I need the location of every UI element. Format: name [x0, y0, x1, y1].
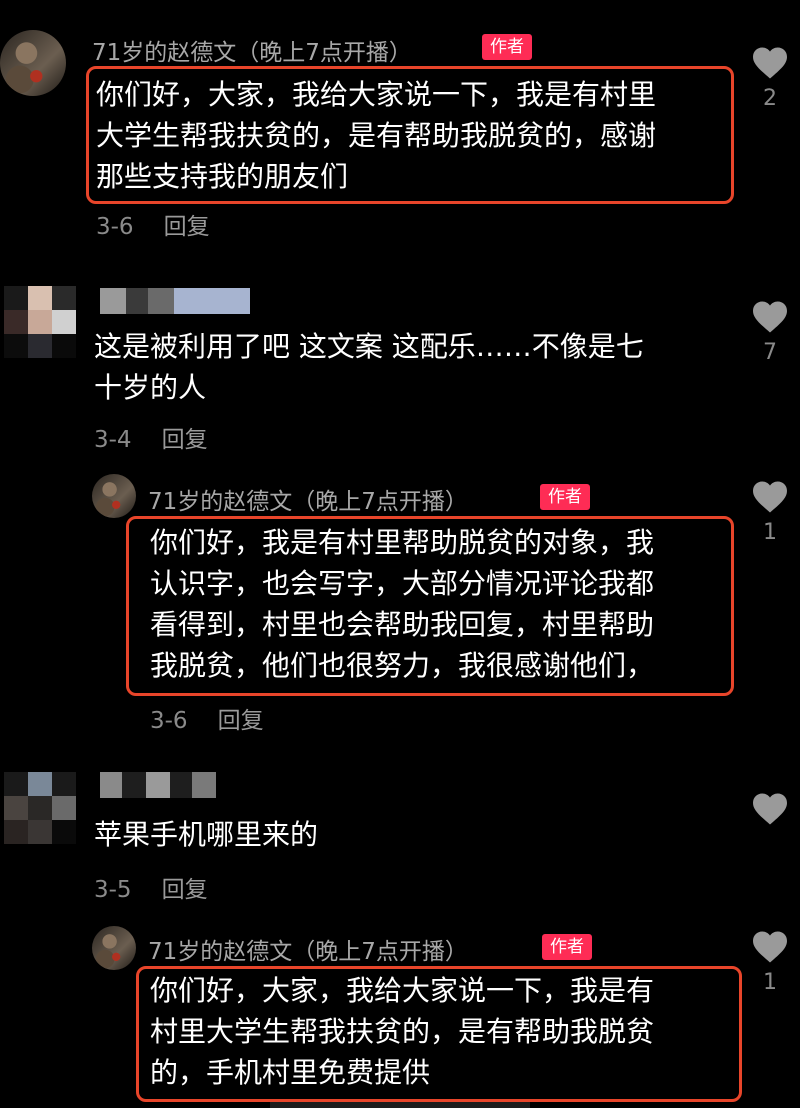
comment-line: 那些支持我的朋友们: [96, 160, 349, 193]
comment-meta: 3-4 回复: [94, 420, 208, 454]
comment-line: 你们好，我是有村里帮助脱贫的对象，我: [150, 526, 655, 559]
comment-line: 这是被利用了吧 这文案 这配乐……不像是七: [94, 330, 644, 363]
comment-meta: 3-5 回复: [94, 870, 208, 904]
comment-line: 看得到，村里也会帮助我回复，村里帮助: [150, 608, 655, 641]
comment-date: 3-6: [150, 708, 188, 734]
like-count: 1: [763, 520, 777, 545]
comment-text: 这是被利用了吧 这文案 这配乐……不像是七 十岁的人: [94, 326, 644, 408]
comment-text: 你们好，大家，我给大家说一下，我是有 村里大学生帮我扶贫的，是有帮助我脱贫 的，…: [150, 970, 654, 1093]
comment-line: 大学生帮我扶贫的，是有帮助我脱贫的，感谢: [96, 119, 657, 152]
comment-line: 村里大学生帮我扶贫的，是有帮助我脱贫: [150, 1015, 655, 1048]
author-badge: 作者: [540, 484, 590, 510]
like-count: 1: [763, 970, 777, 995]
comment-line: 我脱贫，他们也很努力，我很感谢他们，: [150, 649, 655, 682]
username[interactable]: 71岁的赵德文（晚上7点开播）: [148, 932, 468, 966]
comment-date: 3-4: [94, 427, 132, 453]
heart-icon: [753, 931, 787, 963]
comment-date: 3-5: [94, 877, 132, 903]
comment-line: 认识字，也会写字，大部分情况评论我都: [150, 567, 655, 600]
like-button[interactable]: [750, 792, 790, 832]
avatar-photo: [92, 926, 136, 970]
like-button[interactable]: 1: [750, 480, 790, 545]
comment-line: 你们好，大家，我给大家说一下，我是有: [150, 974, 655, 1007]
avatar[interactable]: [4, 286, 76, 358]
username[interactable]: [100, 288, 250, 314]
like-button[interactable]: 2: [750, 46, 790, 111]
heart-icon: [753, 47, 787, 79]
username[interactable]: 71岁的赵德文（晚上7点开播）: [148, 482, 468, 516]
avatar[interactable]: [92, 926, 136, 970]
comment-line: 苹果手机哪里来的: [94, 818, 319, 851]
username[interactable]: 71岁的赵德文（晚上7点开播）: [92, 33, 412, 67]
like-count: 2: [763, 86, 777, 111]
comment-text: 苹果手机哪里来的: [94, 814, 318, 855]
comment-text: 你们好，大家，我给大家说一下，我是有村里 大学生帮我扶贫的，是有帮助我脱贫的，感…: [96, 74, 656, 197]
avatar-photo: [92, 474, 136, 518]
username[interactable]: [100, 772, 216, 798]
reply-button[interactable]: 回复: [164, 214, 210, 240]
reply-button[interactable]: 回复: [218, 708, 264, 734]
avatar-photo: [0, 30, 66, 96]
heart-icon: [753, 481, 787, 513]
author-badge: 作者: [542, 934, 592, 960]
comment-text: 你们好，我是有村里帮助脱贫的对象，我 认识字，也会写字，大部分情况评论我都 看得…: [150, 522, 654, 686]
like-count: 7: [763, 340, 777, 365]
reply-button[interactable]: 回复: [162, 427, 208, 453]
comment-date: 3-6: [96, 214, 134, 240]
heart-icon: [753, 793, 787, 825]
like-button[interactable]: 1: [750, 930, 790, 995]
avatar[interactable]: [4, 772, 76, 844]
comment-line: 十岁的人: [94, 371, 207, 404]
reply-button[interactable]: 回复: [162, 877, 208, 903]
scroll-indicator: [270, 1102, 530, 1108]
heart-icon: [753, 301, 787, 333]
comment-line: 的，手机村里免费提供: [150, 1056, 431, 1089]
author-badge: 作者: [482, 34, 532, 60]
comment-line: 你们好，大家，我给大家说一下，我是有村里: [96, 78, 657, 111]
avatar[interactable]: [0, 30, 66, 96]
comment-meta: 3-6 回复: [96, 207, 210, 241]
avatar[interactable]: [92, 474, 136, 518]
comment-meta: 3-6 回复: [150, 701, 264, 735]
like-button[interactable]: 7: [750, 300, 790, 365]
